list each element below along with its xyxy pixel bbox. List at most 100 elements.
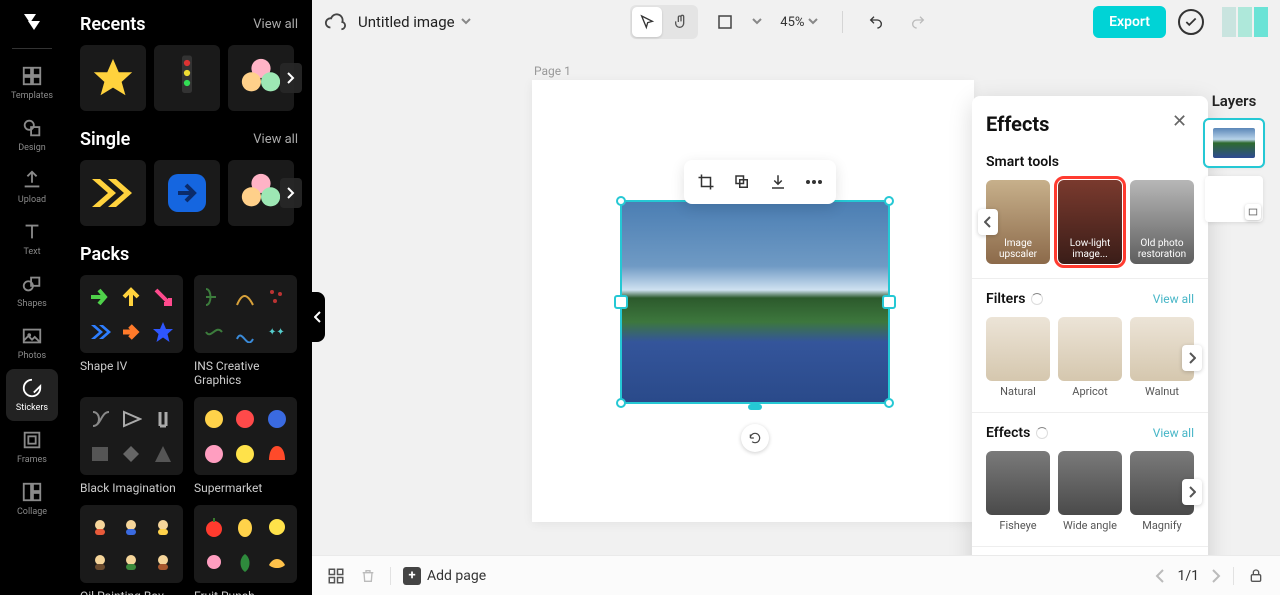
refresh-icon[interactable] <box>741 424 769 452</box>
recents-view-all[interactable]: View all <box>253 17 298 32</box>
sticker-panel: Recents View all Single View all <box>64 0 312 595</box>
recents-title: Recents <box>80 14 146 35</box>
download-icon[interactable] <box>762 166 794 198</box>
chevron-down-icon <box>461 18 471 26</box>
layer-image[interactable] <box>1205 120 1263 166</box>
close-icon[interactable]: ✕ <box>1172 113 1194 135</box>
page-navigation: 1/1 <box>1155 568 1221 584</box>
plus-icon: + <box>403 567 421 585</box>
pages-overview-icon[interactable] <box>326 566 346 586</box>
single-sticker-arrow-circle[interactable] <box>154 160 220 226</box>
canvas[interactable]: Page 1 <box>312 44 1280 555</box>
fx-wide[interactable] <box>1058 451 1122 515</box>
rail-frames-label: Frames <box>17 455 47 465</box>
effects-subtitle: Effects <box>986 425 1030 441</box>
rail-templates-label: Templates <box>11 91 53 101</box>
export-button[interactable]: Export <box>1093 6 1166 38</box>
single-title: Single <box>80 129 130 150</box>
pack-fruit-label: Fruit Punch <box>194 589 298 595</box>
resize-handle-tl[interactable] <box>616 196 626 206</box>
history-peek[interactable] <box>1222 7 1268 37</box>
loading-spinner-icon <box>1036 427 1048 439</box>
crop-icon[interactable] <box>690 166 722 198</box>
rail-stickers[interactable]: Stickers <box>6 369 58 421</box>
delete-page-icon[interactable] <box>358 566 378 586</box>
rail-photos-label: Photos <box>18 351 46 361</box>
pack-oil-label: Oil Painting Boy <box>80 589 184 595</box>
effects-view-all[interactable]: View all <box>1153 426 1194 440</box>
bottom-bar: + Add page 1/1 <box>312 555 1280 595</box>
single-view-all[interactable]: View all <box>253 132 298 147</box>
rail-stickers-label: Stickers <box>16 403 48 413</box>
pack-ins-label: INS Creative Graphics <box>194 359 298 387</box>
smart-scroll-left-icon[interactable] <box>978 209 998 235</box>
prev-page-icon[interactable] <box>1155 569 1165 583</box>
pack-shape4[interactable] <box>80 275 183 353</box>
pack-ins[interactable]: ✦✦ <box>194 275 297 353</box>
resize-handle-br[interactable] <box>884 398 894 408</box>
resize-handle-l[interactable] <box>614 295 628 309</box>
selected-image[interactable] <box>622 202 888 402</box>
canvas-area: Untitled image 45% <box>312 0 1280 595</box>
smart-tools-title: Smart tools <box>986 154 1059 170</box>
single-sticker-chevrons[interactable] <box>80 160 146 226</box>
effects-panel: Effects ✕ Smart tools Image upscaler <box>972 96 1208 555</box>
rail-collage[interactable]: Collage <box>6 473 58 525</box>
pack-black[interactable] <box>80 397 183 475</box>
next-page-icon[interactable] <box>1211 569 1221 583</box>
pack-fruit[interactable] <box>194 505 297 583</box>
rail-text-label: Text <box>23 247 40 257</box>
shadow-icon[interactable] <box>726 166 758 198</box>
rail-frames[interactable]: Frames <box>6 421 58 473</box>
rail-design[interactable]: Design <box>6 109 58 161</box>
panel-collapse-icon[interactable] <box>312 292 325 342</box>
more-icon[interactable] <box>798 166 830 198</box>
page-label: Page 1 <box>534 64 571 78</box>
filters-view-all[interactable]: View all <box>1153 292 1194 306</box>
effects-scroll-right-icon[interactable] <box>1182 479 1202 505</box>
recent-sticker-star[interactable] <box>80 45 146 111</box>
layer-background[interactable] <box>1205 176 1263 222</box>
rail-photos[interactable]: Photos <box>6 317 58 369</box>
rail-upload-label: Upload <box>18 195 46 205</box>
single-scroll-right-icon[interactable] <box>280 178 302 208</box>
top-bar: Untitled image 45% <box>312 0 1280 44</box>
smart-oldphoto[interactable]: Old photo restoration <box>1130 180 1194 264</box>
pack-supermarket[interactable] <box>194 397 297 475</box>
selection-box[interactable] <box>620 200 890 404</box>
resize-canvas-icon[interactable] <box>710 7 740 37</box>
redo-icon[interactable] <box>903 7 933 37</box>
recents-scroll-right-icon[interactable] <box>280 63 302 93</box>
smart-lowlight[interactable]: Low-light image... <box>1058 180 1122 264</box>
cloud-sync-icon[interactable] <box>324 11 346 33</box>
pack-oil[interactable] <box>80 505 183 583</box>
effects-title: Effects <box>986 112 1049 136</box>
resize-handle-bl[interactable] <box>616 398 626 408</box>
document-title[interactable]: Untitled image <box>358 13 471 31</box>
rail-design-label: Design <box>18 143 46 153</box>
rail-templates[interactable]: Templates <box>6 57 58 109</box>
rail-upload[interactable]: Upload <box>6 161 58 213</box>
recent-sticker-traffic-light[interactable] <box>154 45 220 111</box>
zoom-control[interactable]: 45% <box>780 15 818 30</box>
rail-shapes[interactable]: Shapes <box>6 265 58 317</box>
resize-handle-r[interactable] <box>882 295 896 309</box>
add-page-button[interactable]: + Add page <box>403 567 486 585</box>
done-check-icon[interactable] <box>1178 9 1204 35</box>
layers-panel: Layers <box>1198 92 1270 232</box>
app-logo[interactable] <box>0 0 64 44</box>
filter-apricot[interactable] <box>1058 317 1122 381</box>
lock-icon[interactable] <box>1246 566 1266 586</box>
fx-fisheye[interactable] <box>986 451 1050 515</box>
resize-handle-tr[interactable] <box>884 196 894 206</box>
filters-title: Filters <box>986 291 1025 307</box>
hand-tool-icon[interactable] <box>666 7 696 37</box>
pointer-tool-icon[interactable] <box>632 7 662 37</box>
chevron-down-icon[interactable] <box>752 18 762 26</box>
rail-text[interactable]: Text <box>6 213 58 265</box>
rotate-handle-bottom[interactable] <box>748 404 762 410</box>
rail-collage-label: Collage <box>17 507 47 517</box>
filter-natural[interactable] <box>986 317 1050 381</box>
filters-scroll-right-icon[interactable] <box>1182 345 1202 371</box>
undo-icon[interactable] <box>861 7 891 37</box>
